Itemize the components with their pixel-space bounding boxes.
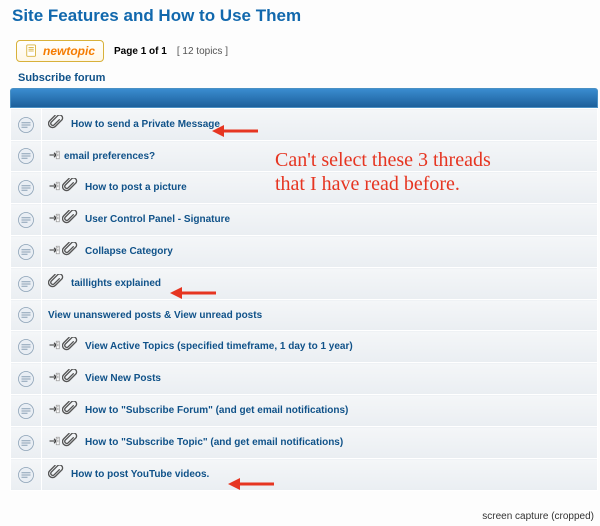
topic-link[interactable]: taillights explained bbox=[71, 278, 161, 289]
topic-status-icon bbox=[11, 268, 42, 300]
subscribe-forum-link[interactable]: Subscribe forum bbox=[18, 72, 600, 84]
attachment-icon bbox=[62, 401, 78, 420]
topic-status-icon bbox=[11, 331, 42, 363]
topic-link[interactable]: How to send a Private Message bbox=[71, 119, 220, 130]
topic-title-cell[interactable]: User Control Panel - Signature bbox=[42, 204, 598, 236]
topic-row[interactable]: email preferences? bbox=[11, 141, 598, 172]
topic-row[interactable]: Collapse Category bbox=[11, 236, 598, 268]
attachment-icon bbox=[62, 178, 78, 197]
attachment-icon bbox=[62, 242, 78, 261]
topic-link[interactable]: View unanswered posts & View unread post… bbox=[48, 310, 262, 321]
goto-last-icon[interactable] bbox=[48, 339, 60, 354]
topic-status-icon bbox=[11, 395, 42, 427]
new-topic-doc-icon bbox=[25, 44, 39, 58]
topic-link[interactable]: How to "Subscribe Topic" (and get email … bbox=[85, 437, 343, 448]
new-topic-button[interactable]: newtopic bbox=[16, 40, 104, 62]
topic-row[interactable]: How to post a picture bbox=[11, 172, 598, 204]
topics-table: How to send a Private Message email prefe… bbox=[10, 108, 598, 491]
goto-last-icon[interactable] bbox=[48, 371, 60, 386]
topic-row[interactable]: taillights explained bbox=[11, 268, 598, 300]
topic-title-cell[interactable]: View New Posts bbox=[42, 363, 598, 395]
topic-link[interactable]: View New Posts bbox=[85, 373, 161, 384]
topic-status-icon bbox=[11, 204, 42, 236]
topic-link[interactable]: How to post a picture bbox=[85, 182, 187, 193]
goto-last-icon[interactable] bbox=[48, 212, 60, 227]
attachment-icon bbox=[48, 274, 64, 293]
topic-title-cell[interactable]: taillights explained bbox=[42, 268, 598, 300]
topic-row[interactable]: View New Posts bbox=[11, 363, 598, 395]
topic-link[interactable]: View Active Topics (specified timeframe,… bbox=[85, 341, 353, 352]
topic-title-cell[interactable]: How to "Subscribe Topic" (and get email … bbox=[42, 427, 598, 459]
topic-title-cell[interactable]: email preferences? bbox=[42, 141, 598, 172]
attachment-icon bbox=[62, 433, 78, 452]
topic-link[interactable]: How to "Subscribe Forum" (and get email … bbox=[85, 405, 348, 416]
attachment-icon bbox=[48, 465, 64, 484]
goto-last-icon[interactable] bbox=[48, 403, 60, 418]
page-indicator: Page 1 of 1 bbox=[114, 46, 167, 57]
topic-status-icon bbox=[11, 141, 42, 172]
attachment-icon bbox=[48, 115, 64, 134]
goto-last-icon[interactable] bbox=[48, 149, 60, 164]
page-title: Site Features and How to Use Them bbox=[12, 6, 600, 26]
topic-title-cell[interactable]: Collapse Category bbox=[42, 236, 598, 268]
goto-last-icon[interactable] bbox=[48, 180, 60, 195]
topic-title-cell[interactable]: View Active Topics (specified timeframe,… bbox=[42, 331, 598, 363]
goto-last-icon[interactable] bbox=[48, 244, 60, 259]
attachment-icon bbox=[62, 210, 78, 229]
topic-row[interactable]: How to "Subscribe Topic" (and get email … bbox=[11, 427, 598, 459]
topic-row[interactable]: How to post YouTube videos. bbox=[11, 459, 598, 491]
attachment-icon bbox=[62, 337, 78, 356]
topic-status-icon bbox=[11, 109, 42, 141]
topic-title-cell[interactable]: How to "Subscribe Forum" (and get email … bbox=[42, 395, 598, 427]
topic-title-cell[interactable]: How to post YouTube videos. bbox=[42, 459, 598, 491]
toolbar: newtopic Page 1 of 1 [ 12 topics ] bbox=[16, 40, 600, 62]
goto-last-icon[interactable] bbox=[48, 435, 60, 450]
topic-link[interactable]: Collapse Category bbox=[85, 246, 173, 257]
topic-title-cell[interactable]: How to send a Private Message bbox=[42, 109, 598, 141]
topic-row[interactable]: User Control Panel - Signature bbox=[11, 204, 598, 236]
caption: screen capture (cropped) bbox=[482, 511, 594, 522]
topic-row[interactable]: View unanswered posts & View unread post… bbox=[11, 300, 598, 331]
topic-status-icon bbox=[11, 172, 42, 204]
new-topic-label: newtopic bbox=[43, 44, 95, 58]
topic-count: [ 12 topics ] bbox=[177, 46, 228, 57]
topic-status-icon bbox=[11, 363, 42, 395]
topic-status-icon bbox=[11, 300, 42, 331]
topic-row[interactable]: How to "Subscribe Forum" (and get email … bbox=[11, 395, 598, 427]
topic-link[interactable]: How to post YouTube videos. bbox=[71, 469, 209, 480]
topic-title-cell[interactable]: View unanswered posts & View unread post… bbox=[42, 300, 598, 331]
topic-link[interactable]: email preferences? bbox=[64, 151, 155, 162]
topic-title-cell[interactable]: How to post a picture bbox=[42, 172, 598, 204]
topic-status-icon bbox=[11, 236, 42, 268]
topic-status-icon bbox=[11, 427, 42, 459]
table-header-bar bbox=[10, 88, 598, 108]
topic-link[interactable]: User Control Panel - Signature bbox=[85, 214, 230, 225]
topic-status-icon bbox=[11, 459, 42, 491]
topic-row[interactable]: View Active Topics (specified timeframe,… bbox=[11, 331, 598, 363]
topic-row[interactable]: How to send a Private Message bbox=[11, 109, 598, 141]
attachment-icon bbox=[62, 369, 78, 388]
